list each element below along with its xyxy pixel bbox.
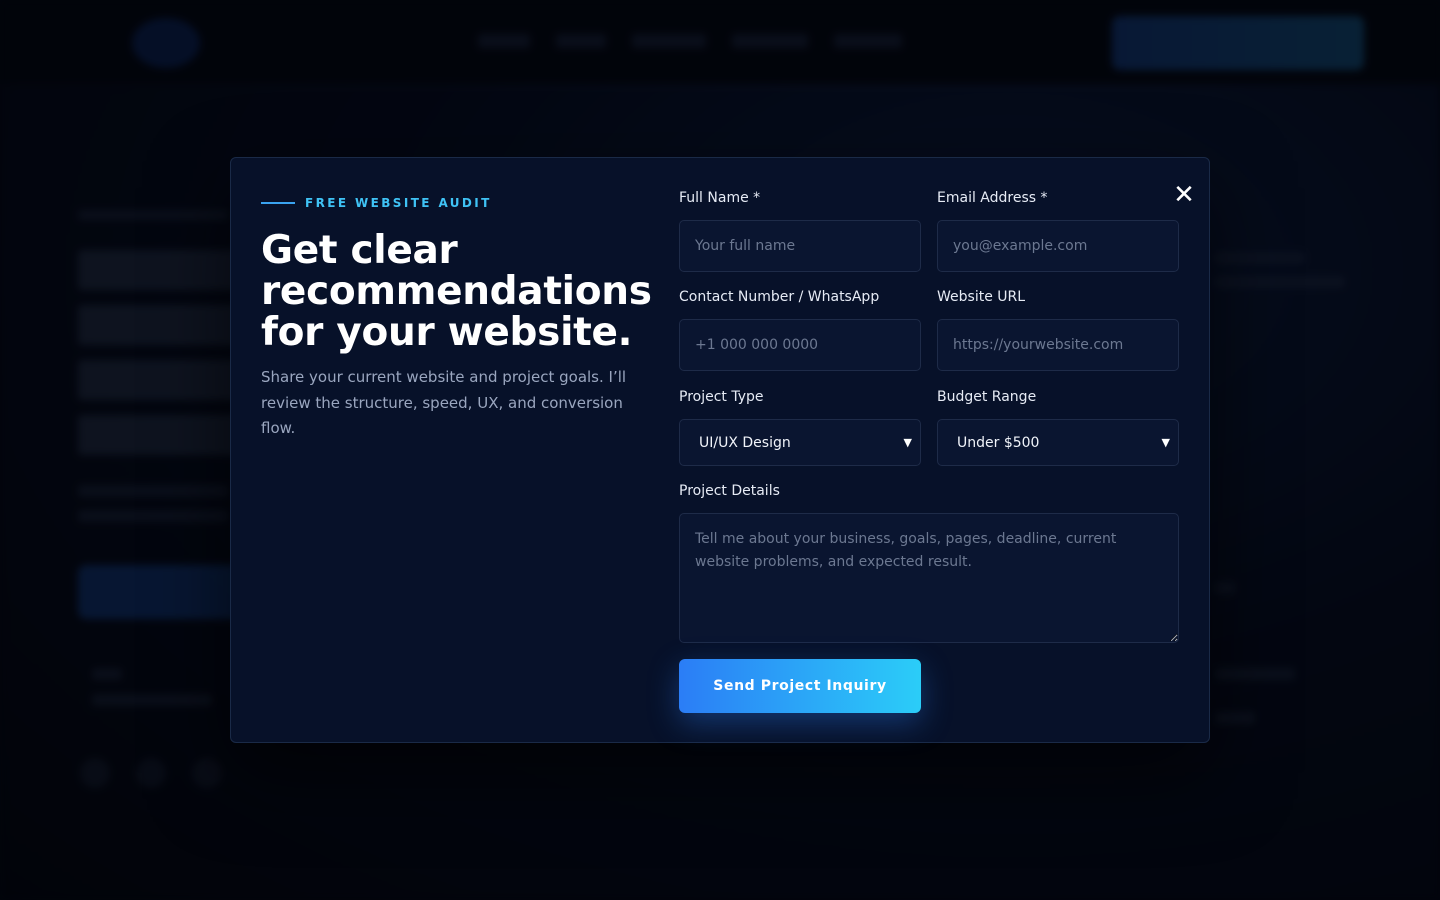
- website-label: Website URL: [937, 289, 1026, 305]
- project-details-textarea[interactable]: [679, 513, 1179, 643]
- project-type-select[interactable]: UI/UX Design ▼: [679, 419, 921, 466]
- email-field: Email Address *: [937, 190, 1179, 272]
- budget-value: Under $500: [957, 434, 1040, 451]
- modal-intro: FREE WEBSITE AUDIT Get clear recommendat…: [261, 196, 652, 442]
- modal-headline: Get clear recommendations for your websi…: [261, 228, 652, 355]
- budget-label: Budget Range: [937, 389, 1037, 405]
- project-details-label: Project Details: [679, 483, 780, 499]
- website-input[interactable]: [937, 319, 1179, 371]
- modal-subtext: Share your current website and project g…: [261, 368, 627, 437]
- eyebrow-line: [261, 202, 295, 204]
- contact-field: Contact Number / WhatsApp: [679, 289, 921, 371]
- budget-field: Budget Range Under $500 ▼: [937, 389, 1179, 466]
- chevron-down-icon: ▼: [903, 436, 912, 449]
- contact-input[interactable]: [679, 319, 921, 371]
- email-label: Email Address *: [937, 190, 1048, 206]
- contact-label: Contact Number / WhatsApp: [679, 289, 880, 305]
- chevron-down-icon: ▼: [1161, 436, 1170, 449]
- project-details-field: Project Details: [679, 483, 1179, 643]
- full-name-field: Full Name *: [679, 190, 921, 272]
- eyebrow-text: FREE WEBSITE AUDIT: [305, 196, 492, 210]
- full-name-label: Full Name *: [679, 190, 761, 206]
- project-type-label: Project Type: [679, 389, 764, 405]
- email-input[interactable]: [937, 220, 1179, 272]
- full-name-input[interactable]: [679, 220, 921, 272]
- budget-select[interactable]: Under $500 ▼: [937, 419, 1179, 466]
- send-inquiry-button[interactable]: Send Project Inquiry: [679, 659, 921, 713]
- audit-modal: ✕ FREE WEBSITE AUDIT Get clear recommend…: [230, 157, 1210, 743]
- project-type-field: Project Type UI/UX Design ▼: [679, 389, 921, 466]
- website-field: Website URL: [937, 289, 1179, 371]
- project-type-value: UI/UX Design: [699, 434, 791, 451]
- eyebrow: FREE WEBSITE AUDIT: [261, 196, 641, 210]
